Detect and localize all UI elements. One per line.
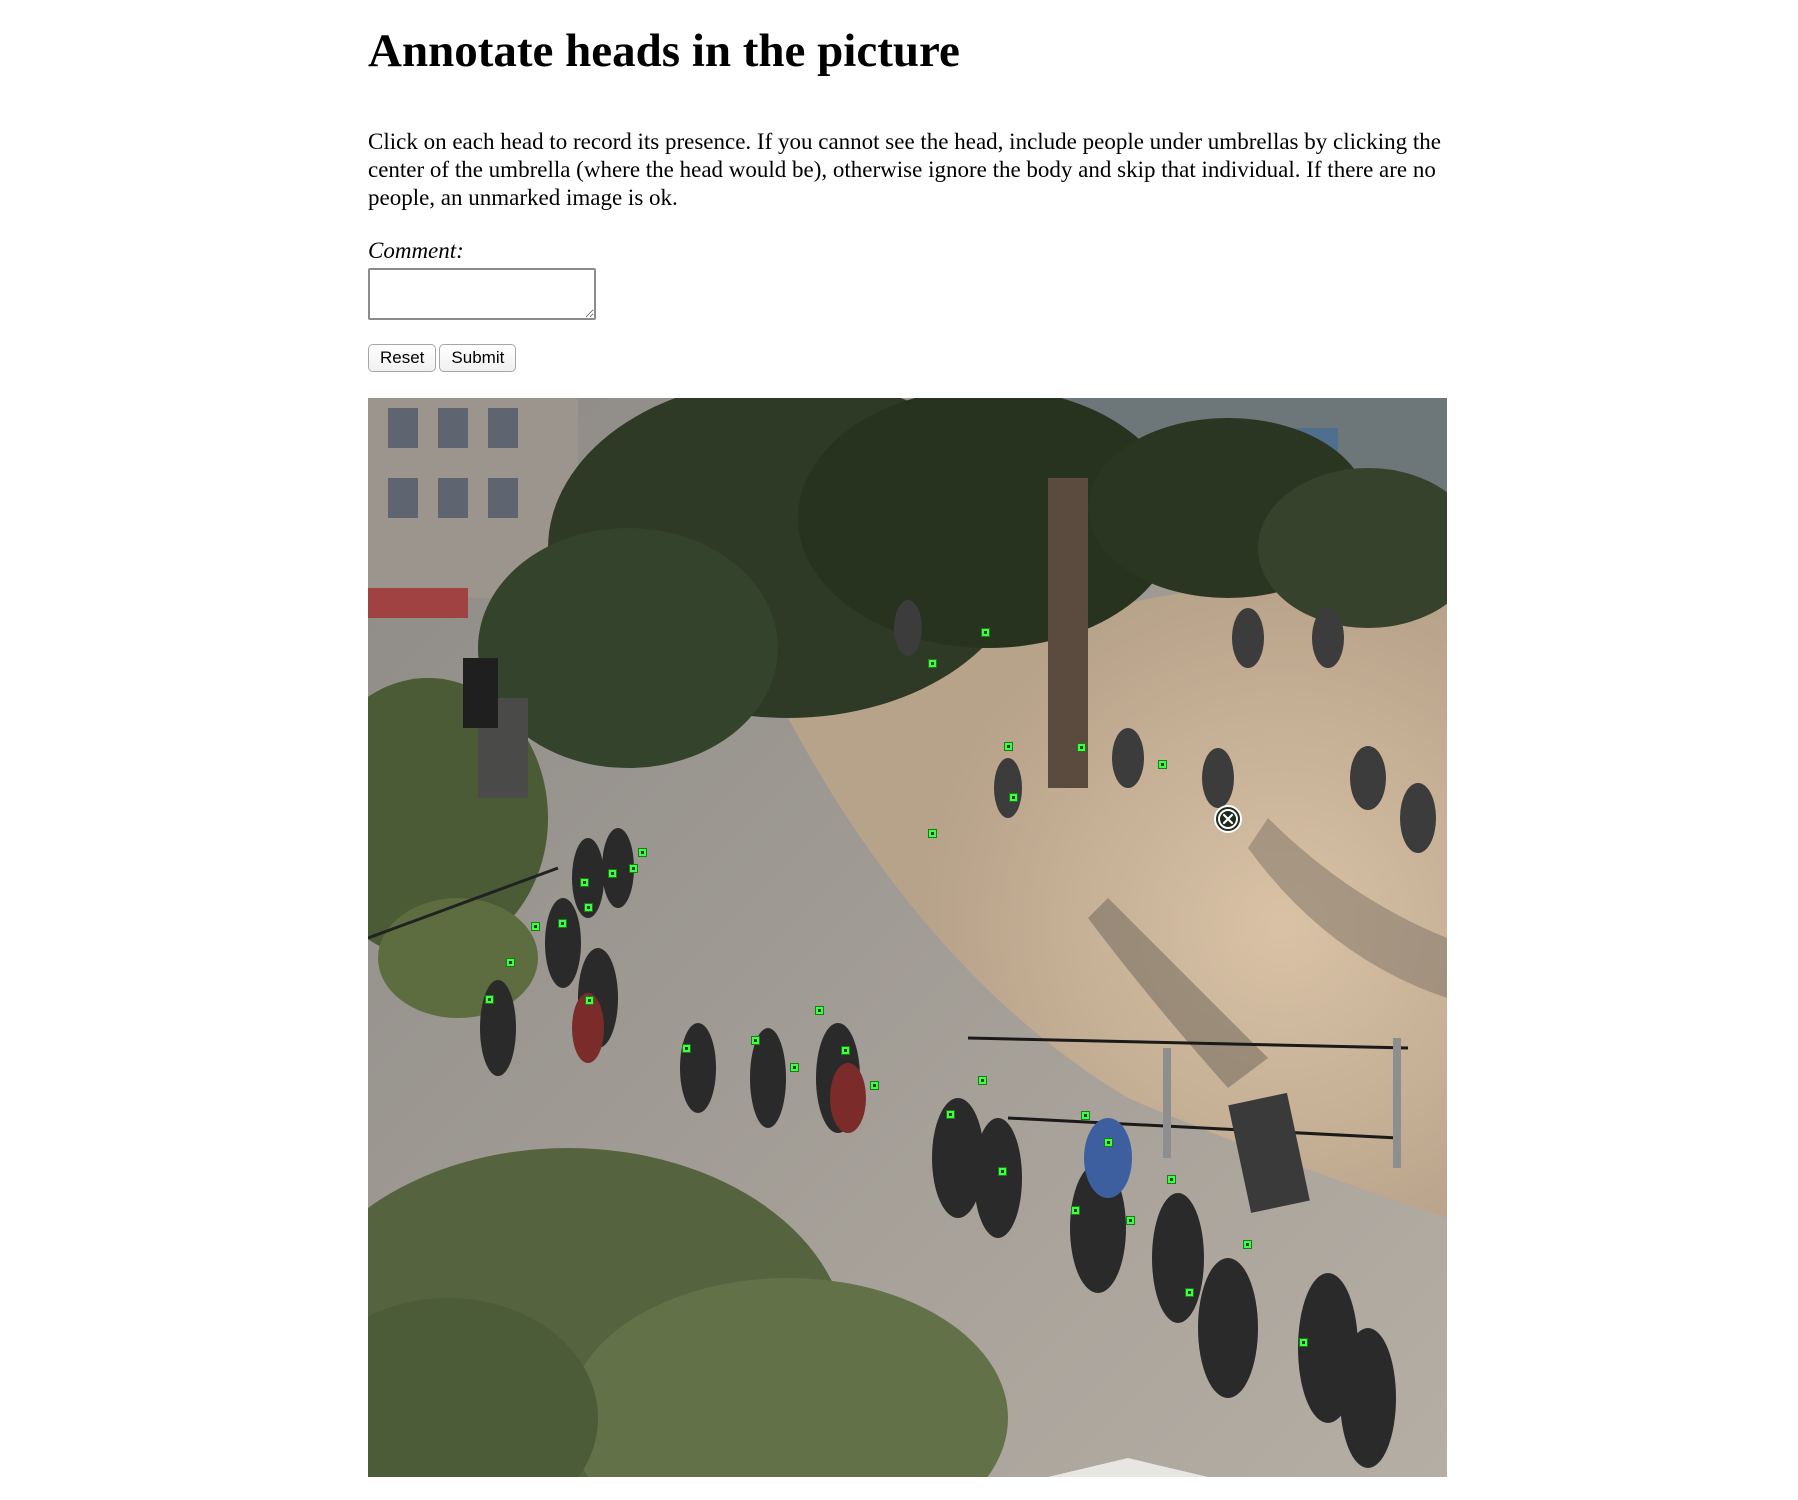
annotation-image[interactable] (368, 398, 1447, 1477)
head-marker[interactable] (790, 1063, 799, 1072)
head-marker[interactable] (580, 878, 589, 887)
head-marker[interactable] (841, 1046, 850, 1055)
head-marker[interactable] (978, 1076, 987, 1085)
head-marker[interactable] (751, 1036, 760, 1045)
head-marker[interactable] (608, 869, 617, 878)
head-marker[interactable] (1071, 1206, 1080, 1215)
head-marker[interactable] (1167, 1175, 1176, 1184)
head-marker[interactable] (1243, 1240, 1252, 1249)
head-marker[interactable] (506, 958, 515, 967)
head-marker[interactable] (629, 864, 638, 873)
head-marker[interactable] (981, 628, 990, 637)
head-marker[interactable] (928, 829, 937, 838)
head-marker[interactable] (558, 919, 567, 928)
head-marker[interactable] (1299, 1338, 1308, 1347)
head-marker[interactable] (585, 996, 594, 1005)
head-marker[interactable] (531, 922, 540, 931)
head-marker[interactable] (485, 995, 494, 1004)
head-marker[interactable] (815, 1006, 824, 1015)
reset-button[interactable]: Reset (368, 344, 437, 372)
instructions-text: Click on each head to record its presenc… (368, 129, 1441, 210)
head-marker[interactable] (1081, 1111, 1090, 1120)
head-marker[interactable] (584, 903, 593, 912)
comment-field[interactable] (368, 268, 596, 320)
head-marker[interactable] (946, 1110, 955, 1119)
comment-label: Comment: (368, 238, 464, 263)
head-marker[interactable] (1158, 760, 1167, 769)
page-title: Annotate heads in the picture (368, 25, 960, 77)
head-marker[interactable] (1126, 1216, 1135, 1225)
remove-x-cursor-icon (1214, 805, 1242, 833)
submit-button[interactable]: Submit (439, 344, 517, 372)
head-marker[interactable] (638, 848, 647, 857)
head-marker[interactable] (1077, 743, 1086, 752)
head-marker[interactable] (998, 1167, 1007, 1176)
head-marker[interactable] (682, 1044, 691, 1053)
head-marker[interactable] (1185, 1288, 1194, 1297)
annotation-form-area: Annotate heads in the picture Click on e… (368, 0, 1508, 372)
head-marker[interactable] (1009, 793, 1018, 802)
head-marker[interactable] (1004, 742, 1013, 751)
park-crowd-photo (368, 398, 1447, 1477)
head-marker[interactable] (928, 659, 937, 668)
head-marker[interactable] (870, 1081, 879, 1090)
form-buttons: Reset Submit (368, 344, 1508, 372)
head-marker[interactable] (1104, 1138, 1113, 1147)
